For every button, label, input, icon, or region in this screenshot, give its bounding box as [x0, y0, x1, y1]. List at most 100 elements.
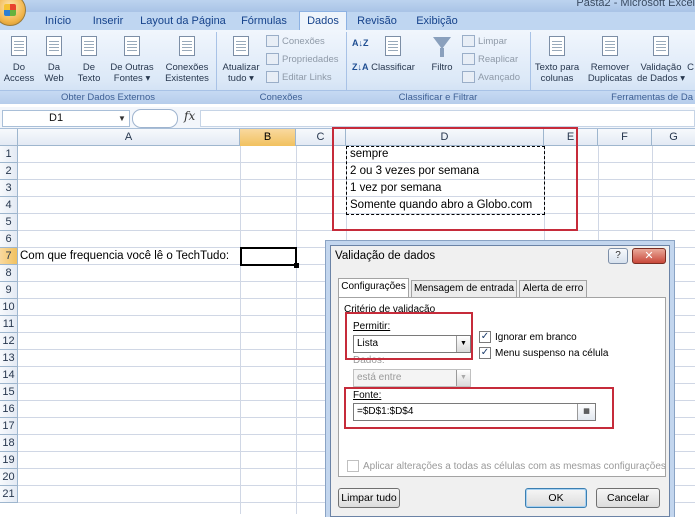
row-header-1[interactable]: 1: [0, 146, 18, 163]
clear-filter-icon: [462, 35, 475, 48]
reapply-label: Reaplicar: [478, 54, 519, 65]
from-text-button[interactable]: De Texto: [72, 34, 106, 84]
row-header-12[interactable]: 12: [0, 333, 18, 350]
sort-ascending-button[interactable]: A↓Z: [352, 38, 369, 48]
ok-button[interactable]: OK: [525, 488, 587, 508]
column-header-a[interactable]: A: [18, 129, 240, 146]
name-box-dropdown-icon[interactable]: ▼: [118, 110, 126, 127]
column-header-f[interactable]: F: [598, 129, 652, 146]
ignore-blank-label: Ignorar em branco: [495, 332, 577, 343]
refresh-icon: [229, 34, 253, 60]
remove-duplicates-button[interactable]: Remover Duplicatas: [584, 34, 636, 84]
tab-mensagem-de-entrada[interactable]: Mensagem de entrada: [411, 280, 517, 297]
row-header-9[interactable]: 9: [0, 282, 18, 299]
dropdown-in-cell-label: Menu suspenso na célula: [495, 348, 609, 359]
insert-function-icon[interactable]: fx: [184, 109, 195, 123]
select-all-corner[interactable]: [0, 129, 18, 146]
data-operator-select: está entre ▼: [353, 369, 471, 387]
tab-configuracoes[interactable]: Configurações: [338, 278, 409, 298]
close-icon[interactable]: ✕: [632, 248, 666, 264]
consolidate-line1: C: [687, 62, 694, 73]
tab-inicio[interactable]: Início: [36, 12, 80, 30]
formula-input[interactable]: [200, 110, 695, 127]
row-header-18[interactable]: 18: [0, 435, 18, 452]
tab-layout-da-pagina[interactable]: Layout da Página: [138, 12, 228, 30]
text-to-columns-button[interactable]: Texto para colunas: [532, 34, 582, 84]
formula-bar-resize-handle[interactable]: [132, 109, 178, 128]
help-icon[interactable]: ?: [608, 248, 628, 264]
tab-revisao[interactable]: Revisão: [351, 12, 403, 30]
row-header-2[interactable]: 2: [0, 163, 18, 180]
data-validation-button[interactable]: Validação de Dados ▾: [636, 34, 686, 84]
sort-label: Classificar: [371, 62, 415, 73]
from-other-line2: Fontes ▾: [113, 73, 151, 84]
row-header-4[interactable]: 4: [0, 197, 18, 214]
consolidate-button[interactable]: C: [686, 34, 695, 73]
refresh-all-button[interactable]: Atualizar tudo ▾: [218, 34, 264, 84]
connections-button[interactable]: Conexões: [266, 34, 325, 50]
from-other-sources-button[interactable]: De Outras Fontes ▾: [106, 34, 158, 84]
name-box[interactable]: D1: [2, 110, 130, 127]
from-web-button[interactable]: Da Web: [38, 34, 70, 84]
grid-line: [296, 146, 297, 514]
properties-button[interactable]: Propriedades: [266, 52, 339, 68]
active-cell-b7[interactable]: [240, 247, 297, 266]
clear-all-button[interactable]: Limpar tudo: [338, 488, 400, 508]
from-access-button[interactable]: Do Access: [2, 34, 36, 84]
row-header-7[interactable]: 7: [0, 248, 18, 265]
highlight-source: [344, 387, 614, 429]
existing-connections-button[interactable]: Conexões Existentes: [160, 34, 214, 84]
row-header-5[interactable]: 5: [0, 214, 18, 231]
row-header-6[interactable]: 6: [0, 231, 18, 248]
row-header-21[interactable]: 21: [0, 486, 18, 503]
ignore-blank-checkbox[interactable]: ✓: [479, 331, 491, 343]
row-header-8[interactable]: 8: [0, 265, 18, 282]
dropdown-in-cell-checkbox[interactable]: ✓: [479, 347, 491, 359]
edit-links-button[interactable]: Editar Links: [266, 70, 332, 86]
fill-handle[interactable]: [294, 263, 299, 268]
reapply-filter-button[interactable]: Reaplicar: [462, 52, 518, 68]
row-header-19[interactable]: 19: [0, 452, 18, 469]
row-header-3[interactable]: 3: [0, 180, 18, 197]
reapply-icon: [462, 53, 475, 66]
sort-icon: [381, 34, 405, 60]
cancel-button[interactable]: Cancelar: [596, 488, 660, 508]
highlight-allow: [345, 312, 473, 360]
refresh-line1: Atualizar: [222, 62, 260, 73]
cell-a7[interactable]: Com que frequencia você lê o TechTudo:: [20, 248, 229, 265]
grid-line: [240, 146, 241, 514]
clear-filter-label: Limpar: [478, 36, 508, 47]
dialog-title: Validação de dados: [335, 250, 436, 262]
apply-all-label: Aplicar alterações a todas as células co…: [363, 461, 666, 472]
row-header-10[interactable]: 10: [0, 299, 18, 316]
filter-button[interactable]: Filtro: [424, 34, 460, 73]
window-title: Pasta2 - Microsoft Excel: [576, 0, 695, 9]
sort-button[interactable]: Classificar: [368, 34, 418, 73]
row-header-15[interactable]: 15: [0, 384, 18, 401]
edit-links-icon: [266, 71, 279, 84]
tab-alerta-de-erro[interactable]: Alerta de erro: [519, 280, 587, 297]
remove-dup-line2: Duplicatas: [587, 73, 633, 84]
row-header-17[interactable]: 17: [0, 418, 18, 435]
column-header-b[interactable]: B: [240, 129, 296, 146]
connections-label: Conexões: [282, 36, 325, 47]
row-header-13[interactable]: 13: [0, 350, 18, 367]
row-header-16[interactable]: 16: [0, 401, 18, 418]
column-header-g[interactable]: G: [652, 129, 695, 146]
validation-line1: Validação: [640, 62, 682, 73]
clear-filter-button[interactable]: Limpar: [462, 34, 507, 50]
tab-inserir[interactable]: Inserir: [82, 12, 134, 30]
tab-dados[interactable]: Dados: [299, 11, 347, 30]
web-icon: [42, 34, 66, 60]
tab-exibicao[interactable]: Exibição: [408, 12, 466, 30]
row-header-14[interactable]: 14: [0, 367, 18, 384]
remove-duplicates-icon: [598, 34, 622, 60]
row-header-20[interactable]: 20: [0, 469, 18, 486]
existing-conn-line2: Existentes: [165, 73, 209, 84]
advanced-filter-button[interactable]: Avançado: [462, 70, 520, 86]
tab-formulas[interactable]: Fórmulas: [233, 12, 295, 30]
refresh-line2: tudo ▾: [228, 73, 254, 84]
sort-descending-button[interactable]: Z↓A: [352, 62, 369, 72]
row-header-11[interactable]: 11: [0, 316, 18, 333]
consolidate-icon: [686, 34, 695, 60]
